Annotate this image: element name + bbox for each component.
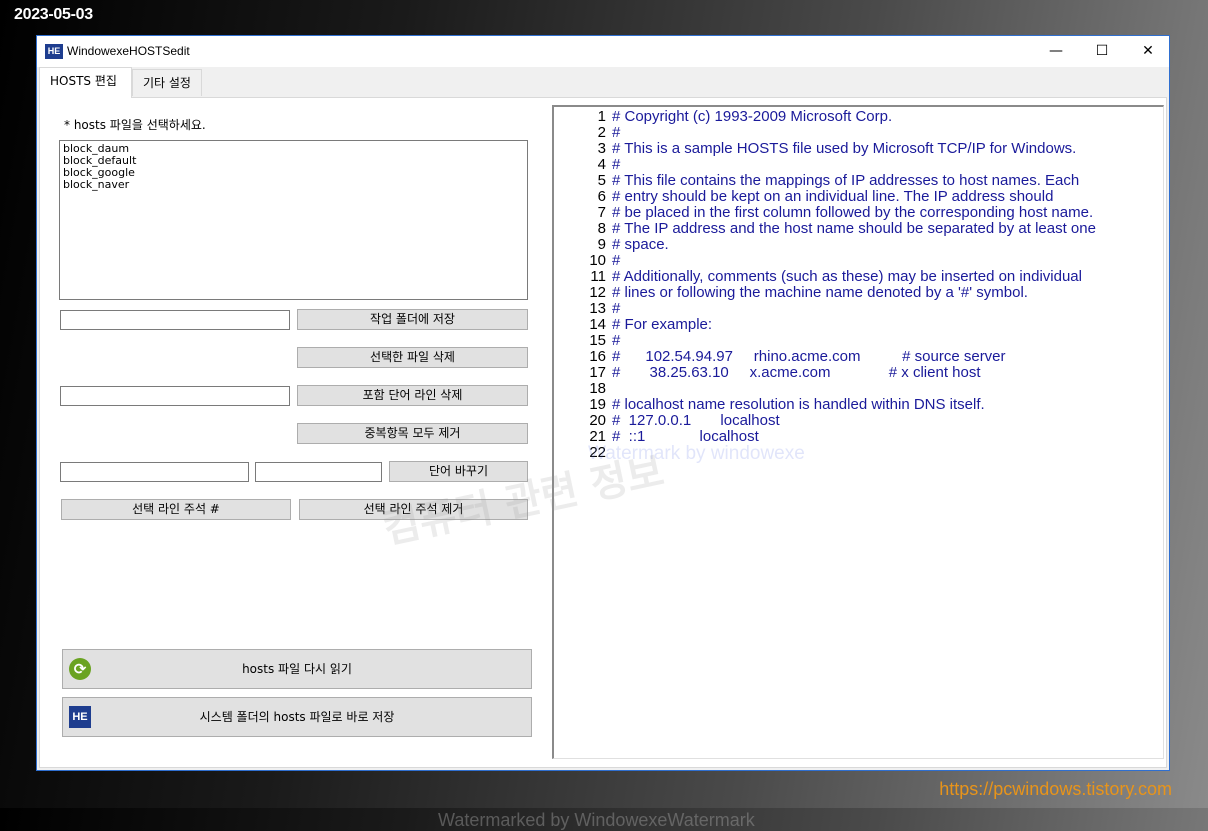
tab-other-settings[interactable]: 기타 설정	[132, 69, 202, 96]
list-item[interactable]: block_google	[63, 167, 524, 179]
app-logo-icon: HE	[69, 706, 91, 728]
line-number: 3	[597, 140, 606, 157]
editor-line[interactable]: 4 #	[554, 157, 1163, 173]
list-item[interactable]: block_naver	[63, 179, 524, 191]
line-number: 4	[597, 156, 606, 173]
blog-url: https://pcwindows.tistory.com	[939, 779, 1172, 799]
line-number: 10	[589, 252, 606, 269]
date-overlay: 2023-05-03	[14, 6, 93, 23]
bottom-watermark: Watermarked by WindowexeWatermark	[438, 810, 755, 830]
refresh-icon: ⟳	[69, 658, 91, 680]
line-text: #	[612, 252, 621, 269]
save-filename-input[interactable]	[60, 310, 290, 330]
editor-line[interactable]: 8 # The IP address and the host name shou…	[554, 221, 1163, 237]
window-title: WindowexeHOSTSedit	[67, 44, 190, 58]
editor-line[interactable]: 10 #	[554, 253, 1163, 269]
line-text: # This file contains the mappings of IP …	[612, 172, 1080, 189]
editor-line[interactable]: 13 #	[554, 301, 1163, 317]
remove-duplicates-button[interactable]: 중복항목 모두 제거	[297, 423, 528, 444]
close-button[interactable]: ✕	[1125, 36, 1171, 67]
editor-line[interactable]: 19 # localhost name resolution is handled…	[554, 397, 1163, 413]
delete-lines-with-word-button[interactable]: 포함 단어 라인 삭제	[297, 385, 528, 406]
line-text: # localhost name resolution is handled w…	[612, 396, 985, 413]
line-text: #	[612, 332, 621, 349]
line-number: 8	[597, 220, 606, 237]
editor-line[interactable]: 1 # Copyright (c) 1993-2009 Microsoft Cor…	[554, 109, 1163, 125]
line-text: # 38.25.63.10 x.acme.com # x client host	[612, 364, 981, 381]
tab-hosts-edit[interactable]: HOSTS 편집	[39, 67, 132, 98]
line-number: 20	[589, 412, 606, 429]
editor-line[interactable]: 20 # 127.0.0.1 localhost	[554, 413, 1163, 429]
editor-line[interactable]: 11 # Additionally, comments (such as thes…	[554, 269, 1163, 285]
line-text: # space.	[612, 236, 669, 253]
line-number: 2	[597, 124, 606, 141]
replace-word-input[interactable]	[255, 462, 382, 482]
line-text: # This is a sample HOSTS file used by Mi…	[612, 140, 1077, 157]
editor-line[interactable]: 16 # 102.54.94.97 rhino.acme.com # source…	[554, 349, 1163, 365]
line-number: 7	[597, 204, 606, 221]
line-number: 19	[589, 396, 606, 413]
save-system-hosts-button[interactable]: HE 시스템 폴더의 hosts 파일로 바로 저장	[62, 697, 532, 737]
line-number: 18	[589, 380, 606, 397]
line-text: # 102.54.94.97 rhino.acme.com # source s…	[612, 348, 1006, 365]
minimize-button[interactable]: —	[1033, 36, 1079, 67]
editor-line[interactable]: 6 # entry should be kept on an individual…	[554, 189, 1163, 205]
line-text: # entry should be kept on an individual …	[612, 188, 1054, 205]
line-text: # Copyright (c) 1993-2009 Microsoft Corp…	[612, 108, 893, 125]
line-text: # be placed in the first column followed…	[612, 204, 1094, 221]
line-number: 6	[597, 188, 606, 205]
line-number: 13	[589, 300, 606, 317]
editor-line[interactable]: 12 # lines or following the machine name …	[554, 285, 1163, 301]
save-system-hosts-label: 시스템 폴더의 hosts 파일로 바로 저장	[199, 710, 395, 724]
maximize-button[interactable]: ☐	[1079, 36, 1125, 67]
editor-line[interactable]: 9 # space.	[554, 237, 1163, 253]
line-number: 11	[590, 268, 606, 285]
line-text: # The IP address and the host name shoul…	[612, 220, 1096, 237]
hosts-file-list[interactable]: block_daum block_default block_google bl…	[59, 140, 528, 300]
editor-line[interactable]: 17 # 38.25.63.10 x.acme.com # x client ho…	[554, 365, 1163, 381]
find-word-input[interactable]	[60, 462, 249, 482]
line-text: # 127.0.0.1 localhost	[612, 412, 780, 429]
editor-line[interactable]: 15 #	[554, 333, 1163, 349]
save-to-work-folder-button[interactable]: 작업 폴더에 저장	[297, 309, 528, 330]
line-text: #	[612, 300, 621, 317]
app-logo-icon: HE	[45, 44, 63, 59]
editor-line[interactable]: 2 #	[554, 125, 1163, 141]
editor-line[interactable]: 7 # be placed in the first column followe…	[554, 205, 1163, 221]
editor-line[interactable]: 5 # This file contains the mappings of IP…	[554, 173, 1163, 189]
comment-selected-lines-button[interactable]: 선택 라인 주석 #	[61, 499, 291, 520]
line-text: # lines or following the machine name de…	[612, 284, 1028, 301]
delete-selected-file-button[interactable]: 선택한 파일 삭제	[297, 347, 528, 368]
line-text: # For example:	[612, 316, 713, 333]
line-text: #	[612, 124, 621, 141]
tab-strip: HOSTS 편집 기타 설정	[39, 67, 1167, 98]
line-text: # Additionally, comments (such as these)…	[612, 268, 1082, 285]
app-window: HE WindowexeHOSTSedit — ☐ ✕ HOSTS 편집 기타 …	[36, 35, 1170, 830]
editor-line[interactable]: 14 # For example:	[554, 317, 1163, 333]
reload-hosts-label: hosts 파일 다시 읽기	[242, 662, 352, 676]
title-bar[interactable]: HE WindowexeHOSTSedit — ☐ ✕	[37, 36, 1169, 67]
contains-word-input[interactable]	[60, 386, 290, 406]
line-number: 9	[597, 236, 606, 253]
line-text: #	[612, 156, 621, 173]
line-number: 14	[589, 316, 606, 333]
line-number: 17	[589, 364, 606, 381]
select-file-hint: * hosts 파일을 선택하세요.	[64, 118, 206, 132]
line-number: 1	[597, 108, 606, 125]
line-number: 15	[589, 332, 606, 349]
reload-hosts-button[interactable]: ⟳ hosts 파일 다시 읽기	[62, 649, 532, 689]
editor-line[interactable]: 3 # This is a sample HOSTS file used by M…	[554, 141, 1163, 157]
hosts-text-editor[interactable]: 1 # Copyright (c) 1993-2009 Microsoft Cor…	[552, 105, 1164, 759]
line-number: 16	[589, 348, 606, 365]
editor-line[interactable]: 18	[554, 381, 1163, 397]
line-number: 5	[597, 172, 606, 189]
tab-page-hosts-edit: * hosts 파일을 선택하세요. block_daum block_defa…	[39, 97, 1167, 830]
line-number: 12	[589, 284, 606, 301]
